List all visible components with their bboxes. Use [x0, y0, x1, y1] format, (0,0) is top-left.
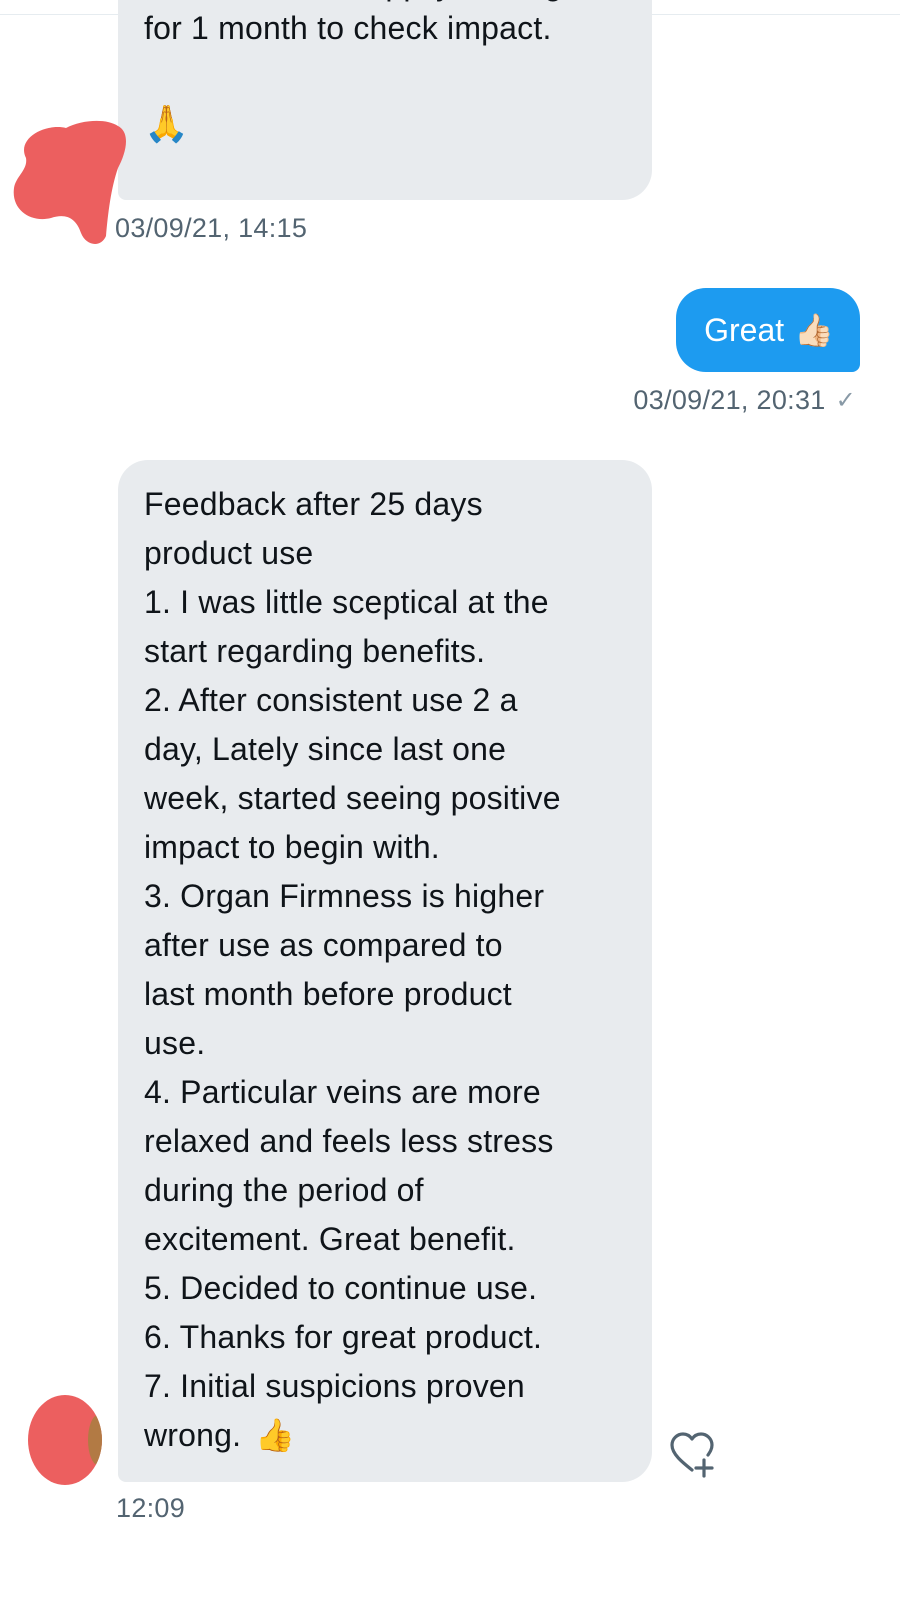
message-line: after use as compared to: [144, 927, 503, 963]
message-line: wrong. 👍: [144, 1411, 626, 1460]
message-line: excitement. Great benefit.: [144, 1221, 516, 1257]
message-line: 1. I was little sceptical at the: [144, 584, 549, 620]
outgoing-message-bubble[interactable]: Great 👍🏻: [676, 288, 860, 372]
message-line: 5. Decided to continue use.: [144, 1270, 538, 1306]
message-line: use.: [144, 1025, 206, 1061]
thumbs-up-emoji: 👍🏻: [794, 312, 834, 348]
message-line: 6. Thanks for great product.: [144, 1319, 543, 1355]
message-line: start regarding benefits.: [144, 633, 486, 669]
message-line: 4. Particular veins are more: [144, 1074, 541, 1110]
check-icon: ✓: [835, 387, 856, 414]
incoming-message-bubble[interactable]: Thanks. Now, happily waiting for 1 month…: [118, 0, 652, 200]
message-line: last month before product: [144, 976, 512, 1012]
heart-plus-icon[interactable]: [668, 1430, 716, 1478]
message-line: relaxed and feels less stress: [144, 1123, 554, 1159]
message-line: 2. After consistent use 2 a: [144, 682, 518, 718]
message-body: Feedback after 25 days product use 1. I wa…: [144, 480, 626, 1460]
message-line: 3. Organ Firmness is higher: [144, 878, 545, 914]
message-timestamp: 12:09: [116, 1493, 186, 1523]
message-line: product use: [144, 535, 314, 571]
message-line-text: wrong.: [144, 1417, 242, 1453]
message-line: impact to begin with.: [144, 829, 440, 865]
avatar[interactable]: [28, 1395, 102, 1485]
message-line: week, started seeing positive: [144, 780, 561, 816]
message-text: for 1 month to check impact.: [144, 10, 552, 46]
message-line: 7. Initial suspicions proven: [144, 1368, 525, 1404]
message-line: Feedback after 25 days: [144, 486, 483, 522]
thumbs-up-emoji: 👍: [255, 1417, 296, 1453]
message-timestamp-row: 03/09/21, 20:31 ✓: [633, 385, 856, 416]
incoming-message-bubble[interactable]: Feedback after 25 days product use 1. I wa…: [118, 460, 652, 1482]
message-timestamp: 03/09/21, 14:15: [115, 213, 308, 243]
message-timestamp: 03/09/21, 20:31: [633, 385, 826, 415]
message-line: during the period of: [144, 1172, 424, 1208]
pray-emoji: 🙏: [144, 103, 190, 144]
message-text: Great: [704, 311, 785, 348]
message-line: day, Lately since last one: [144, 731, 507, 767]
